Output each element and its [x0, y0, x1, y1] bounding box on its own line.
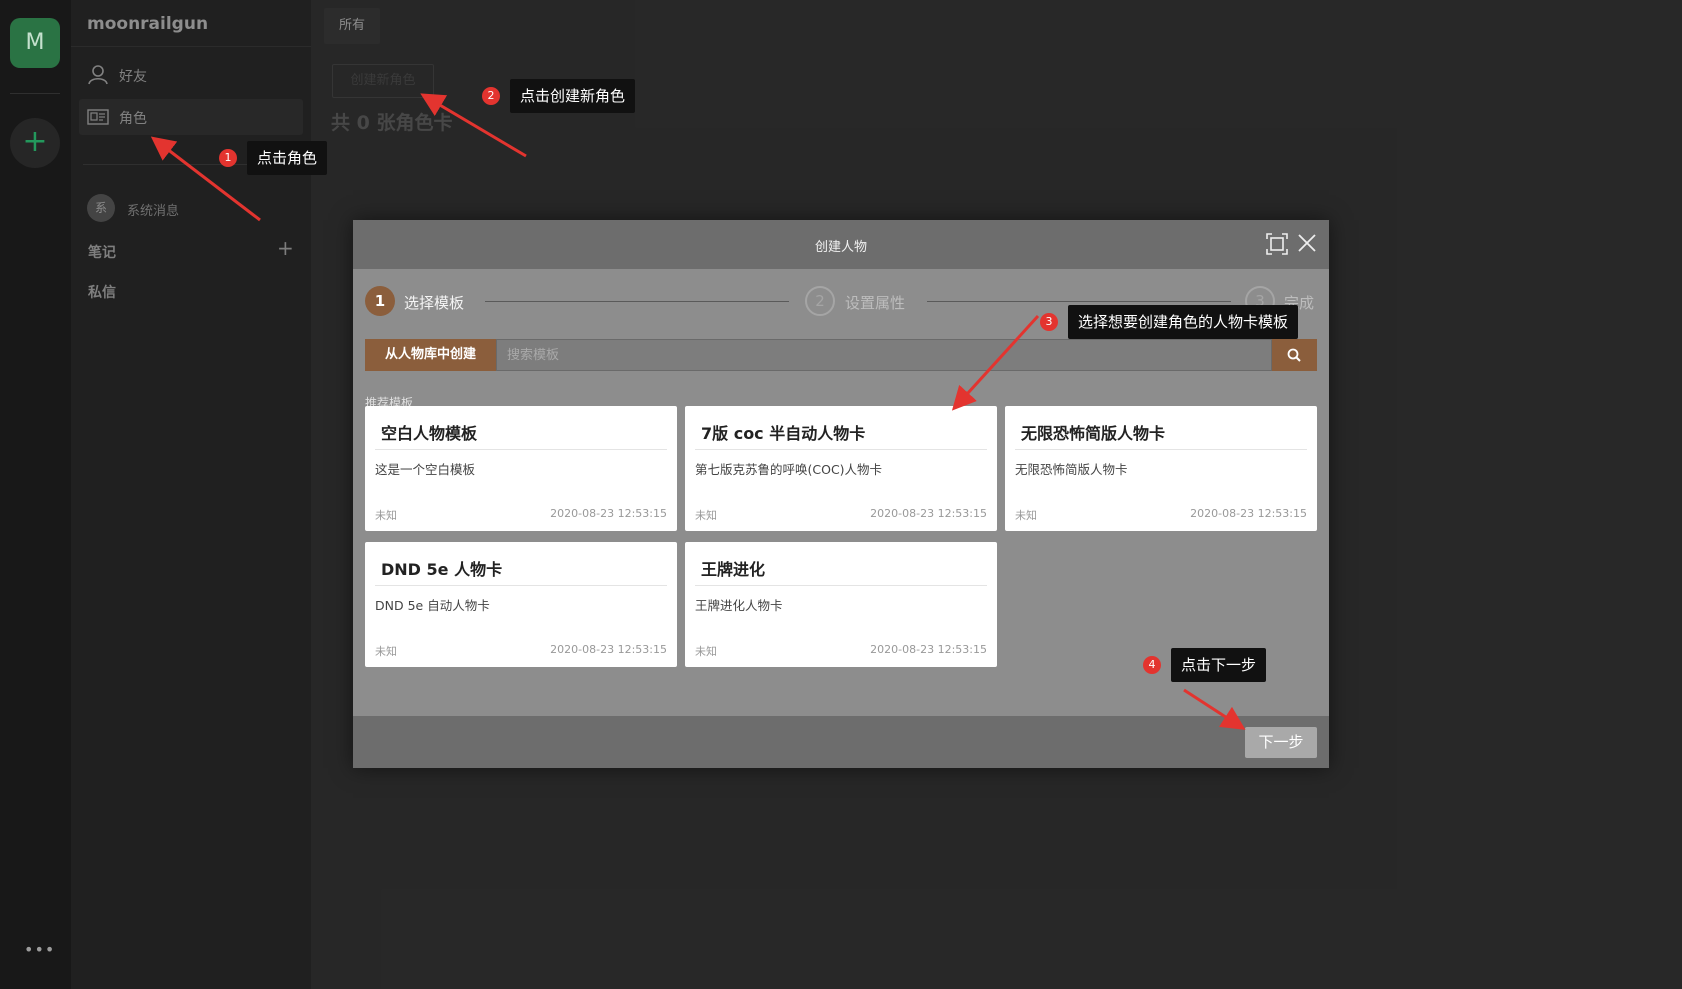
- modal-footer: 下一步: [353, 716, 1329, 768]
- card-title: 无限恐怖简版人物卡: [1021, 424, 1166, 443]
- create-from-library-button[interactable]: 从人物库中创建: [365, 339, 496, 371]
- maximize-icon[interactable]: [1266, 233, 1288, 255]
- next-step-button[interactable]: 下一步: [1245, 727, 1317, 758]
- divider: [375, 449, 667, 450]
- card-description: 这是一个空白模板: [375, 462, 476, 477]
- step-2-indicator: 2: [805, 286, 835, 316]
- step-connector: [485, 301, 789, 302]
- template-card[interactable]: 空白人物模板 这是一个空白模板 未知 2020-08-23 12:53:15: [365, 406, 677, 531]
- card-author: 未知: [375, 645, 397, 658]
- card-title: 7版 coc 半自动人物卡: [701, 424, 866, 443]
- card-author: 未知: [375, 509, 397, 522]
- close-icon[interactable]: [1297, 233, 1317, 253]
- divider: [375, 585, 667, 586]
- card-date: 2020-08-23 12:53:15: [870, 507, 987, 520]
- step-2-label: 设置属性: [845, 294, 906, 312]
- template-card[interactable]: DND 5e 人物卡 DND 5e 自动人物卡 未知 2020-08-23 12…: [365, 542, 677, 667]
- card-author: 未知: [695, 645, 717, 658]
- annotation-badge-2: 2: [482, 87, 500, 105]
- divider: [695, 585, 987, 586]
- card-date: 2020-08-23 12:53:15: [550, 643, 667, 656]
- annotation-tooltip-2: 点击创建新角色: [510, 79, 636, 113]
- annotation-badge-3: 3: [1040, 313, 1058, 331]
- card-title: 空白人物模板: [381, 424, 478, 443]
- annotation-badge-1: 1: [219, 149, 237, 167]
- step-connector: [927, 301, 1231, 302]
- card-title: DND 5e 人物卡: [381, 560, 503, 579]
- card-date: 2020-08-23 12:53:15: [1190, 507, 1307, 520]
- annotation-tooltip-3: 选择想要创建角色的人物卡模板: [1068, 305, 1299, 339]
- card-author: 未知: [695, 509, 717, 522]
- card-description: 无限恐怖简版人物卡: [1015, 462, 1128, 477]
- annotation-tooltip-4: 点击下一步: [1171, 648, 1267, 682]
- step-1-label: 选择模板: [404, 294, 465, 312]
- modal-header: 创建人物: [353, 220, 1329, 269]
- step-1-indicator: 1: [365, 286, 395, 316]
- modal-title: 创建人物: [814, 240, 867, 255]
- divider: [1015, 449, 1307, 450]
- search-button[interactable]: [1272, 339, 1317, 371]
- card-date: 2020-08-23 12:53:15: [550, 507, 667, 520]
- create-character-modal: 创建人物 1 选择模板 2 设置属性 3 完成 从人物库中创建 推荐模板 空白人…: [353, 220, 1329, 768]
- template-card[interactable]: 无限恐怖简版人物卡 无限恐怖简版人物卡 未知 2020-08-23 12:53:…: [1005, 406, 1317, 531]
- template-search-bar: 从人物库中创建: [365, 339, 1317, 371]
- card-description: 王牌进化人物卡: [695, 598, 783, 613]
- annotation-tooltip-1: 点击角色: [247, 141, 328, 175]
- divider: [695, 449, 987, 450]
- annotation-badge-4: 4: [1143, 656, 1161, 674]
- card-description: DND 5e 自动人物卡: [375, 598, 490, 613]
- card-date: 2020-08-23 12:53:15: [870, 643, 987, 656]
- search-icon: [1287, 348, 1301, 362]
- card-description: 第七版克苏鲁的呼唤(COC)人物卡: [695, 462, 883, 477]
- template-card[interactable]: 王牌进化 王牌进化人物卡 未知 2020-08-23 12:53:15: [685, 542, 997, 667]
- template-search-input[interactable]: [496, 339, 1272, 371]
- card-author: 未知: [1015, 509, 1037, 522]
- template-card[interactable]: 7版 coc 半自动人物卡 第七版克苏鲁的呼唤(COC)人物卡 未知 2020-…: [685, 406, 997, 531]
- card-title: 王牌进化: [701, 560, 766, 579]
